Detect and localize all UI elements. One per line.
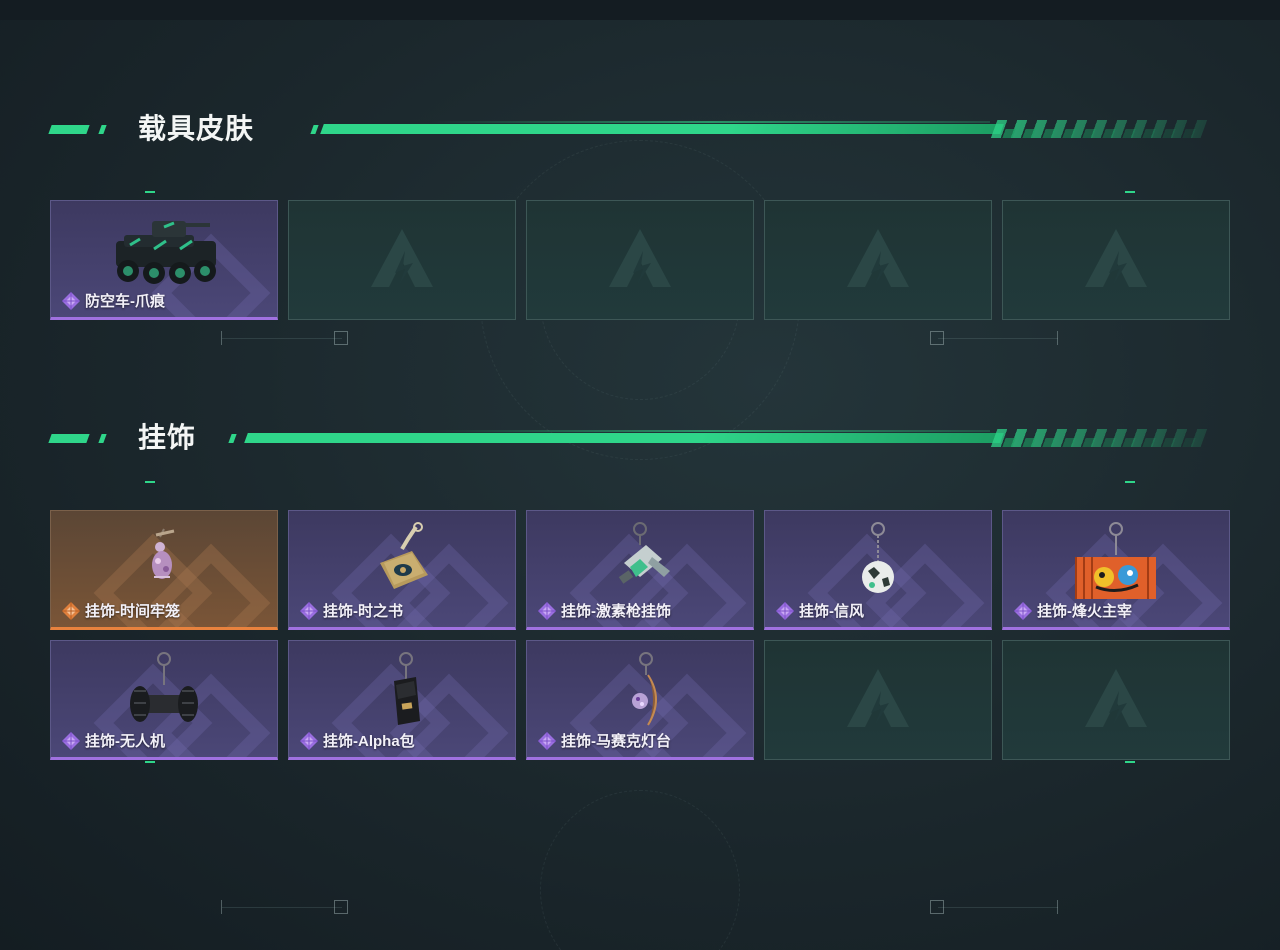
- rarity-diamond-icon: [62, 601, 80, 620]
- header-checker: [992, 129, 1206, 138]
- rarity-diamond-icon: [538, 731, 556, 750]
- bg-guide-line: [222, 338, 342, 339]
- header-bar: [320, 124, 1004, 134]
- rarity-diamond-icon: [1014, 601, 1032, 620]
- empty-slot: [288, 200, 516, 320]
- header-accent: [48, 125, 90, 134]
- empty-slot: [1002, 640, 1230, 760]
- rarity-diamond-icon: [62, 291, 80, 310]
- item-label: 防空车-爪痕: [61, 290, 165, 311]
- header-thin-line: [430, 430, 990, 432]
- item-label: 挂饰-无人机: [61, 730, 165, 751]
- header-accent: [228, 434, 237, 443]
- item-label: 挂饰-烽火主宰: [1013, 600, 1132, 621]
- bg-marker-square: [334, 331, 348, 345]
- item-name: 挂饰-无人机: [85, 733, 165, 750]
- item-card[interactable]: 挂饰-马赛克灯台: [526, 640, 754, 760]
- item-card[interactable]: 挂饰-激素枪挂饰: [526, 510, 754, 630]
- section-title: 载具皮肤: [138, 113, 255, 144]
- header-thin-line: [430, 121, 990, 123]
- grid-corner-mark: [145, 191, 155, 193]
- item-name: 挂饰-烽火主宰: [1037, 603, 1132, 620]
- header-accent: [98, 434, 107, 443]
- section-header-vehicle-skins: 载具皮肤: [48, 113, 1210, 144]
- item-name: 挂饰-Alpha包: [323, 733, 415, 750]
- bg-guide-line: [222, 907, 342, 908]
- item-label: 挂饰-时间牢笼: [61, 600, 180, 621]
- bg-marker-tick: [221, 331, 222, 345]
- pendant-mosaic-lamp-icon: [632, 652, 657, 726]
- section-header-pendants: 挂饰: [48, 422, 1210, 453]
- game-logo-icon: [847, 229, 909, 287]
- item-name: 挂饰-马赛克灯台: [561, 733, 671, 750]
- header-checker: [992, 438, 1206, 447]
- item-card[interactable]: 防空车-爪痕: [50, 200, 278, 320]
- grid-corner-mark: [1125, 191, 1135, 193]
- rarity-diamond-icon: [300, 601, 318, 620]
- empty-slot: [1002, 200, 1230, 320]
- section-title: 挂饰: [138, 422, 197, 453]
- game-logo-icon: [1085, 229, 1147, 287]
- bg-guide-line: [938, 338, 1058, 339]
- item-name: 挂饰-时之书: [323, 603, 403, 620]
- header-accent: [98, 125, 107, 134]
- bg-marker-tick: [1057, 331, 1058, 345]
- item-name: 挂饰-信风: [799, 603, 864, 620]
- pendant-injector-gun-icon: [618, 522, 670, 584]
- empty-slot: [526, 200, 754, 320]
- bg-guide-line: [938, 907, 1058, 908]
- rarity-diamond-icon: [776, 601, 794, 620]
- header-accent: [48, 434, 90, 443]
- grid-corner-mark: [145, 761, 155, 763]
- pendant-ball-icon: [862, 522, 894, 593]
- game-logo-icon: [847, 669, 909, 727]
- item-label: 挂饰-Alpha包: [299, 730, 415, 751]
- bg-marker-square: [930, 331, 944, 345]
- pendant-cage-icon: [152, 528, 175, 579]
- item-card[interactable]: 挂饰-烽火主宰: [1002, 510, 1230, 630]
- grid-corner-mark: [1125, 761, 1135, 763]
- bg-marker-square: [334, 900, 348, 914]
- pendant-container-icon: [1075, 522, 1156, 599]
- grid-corner-mark: [145, 481, 155, 483]
- item-card[interactable]: 挂饰-时间牢笼: [50, 510, 278, 630]
- item-card[interactable]: 挂饰-信风: [764, 510, 992, 630]
- item-label: 挂饰-激素枪挂饰: [537, 600, 671, 621]
- header-accent: [310, 125, 319, 134]
- item-card[interactable]: 挂饰-Alpha包: [288, 640, 516, 760]
- item-name: 挂饰-时间牢笼: [85, 603, 180, 620]
- item-label: 挂饰-马赛克灯台: [537, 730, 671, 751]
- item-card[interactable]: 挂饰-时之书: [288, 510, 516, 630]
- bg-marker-tick: [1057, 900, 1058, 914]
- pendant-alpha-pack-icon: [394, 652, 420, 725]
- empty-slot: [764, 640, 992, 760]
- rarity-diamond-icon: [300, 731, 318, 750]
- item-label: 挂饰-时之书: [299, 600, 403, 621]
- rarity-diamond-icon: [62, 731, 80, 750]
- bg-reticle-lower: [540, 790, 740, 950]
- rarity-diamond-icon: [538, 601, 556, 620]
- item-name: 防空车-爪痕: [85, 293, 165, 310]
- game-logo-icon: [609, 229, 671, 287]
- header-bar: [244, 433, 1004, 443]
- bg-marker-tick: [221, 900, 222, 914]
- pendant-book-icon: [380, 522, 428, 589]
- top-bar: [0, 0, 1280, 20]
- game-logo-icon: [371, 229, 433, 287]
- grid-corner-mark: [1125, 481, 1135, 483]
- armored-vehicle-icon: [116, 221, 216, 284]
- item-name: 挂饰-激素枪挂饰: [561, 603, 671, 620]
- bg-marker-square: [930, 900, 944, 914]
- item-label: 挂饰-信风: [775, 600, 864, 621]
- empty-slot: [764, 200, 992, 320]
- pendant-drone-icon: [130, 652, 198, 722]
- item-card[interactable]: 挂饰-无人机: [50, 640, 278, 760]
- game-logo-icon: [1085, 669, 1147, 727]
